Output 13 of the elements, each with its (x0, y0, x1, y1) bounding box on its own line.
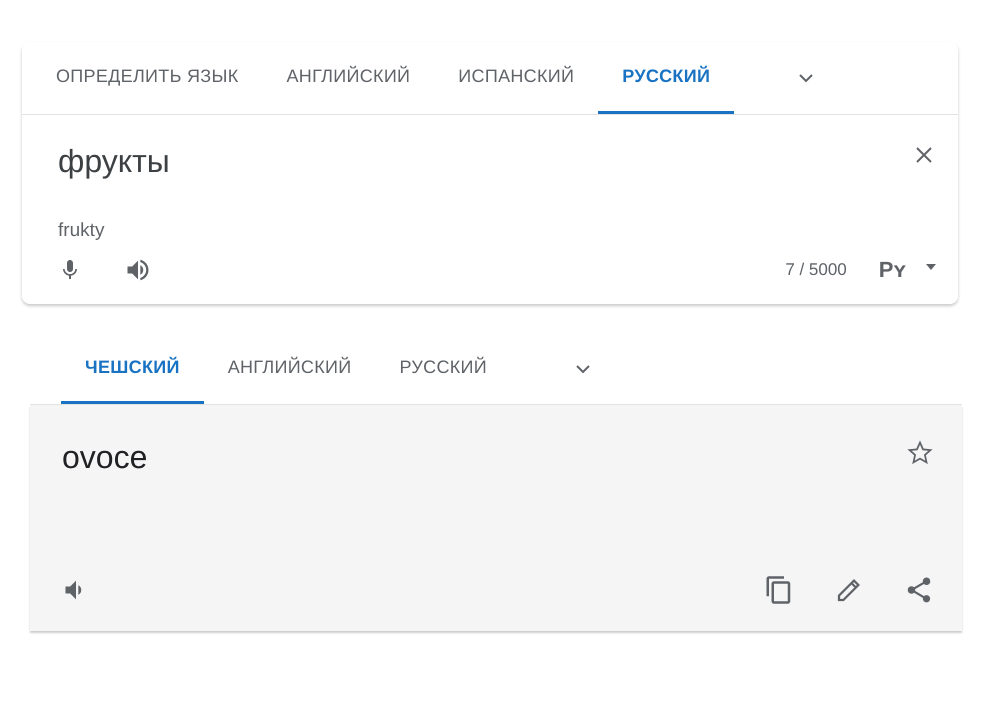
language-tab[interactable]: РУССКИЙ (376, 334, 512, 404)
source-text: фрукты (58, 143, 170, 180)
language-tab[interactable]: РУССКИЙ (598, 42, 734, 114)
transliteration: frukty (58, 220, 106, 242)
caret-icon[interactable] (926, 264, 936, 270)
character-count: 7 / 5000 (785, 260, 847, 280)
translation-text: ovoce (62, 439, 148, 476)
star-icon[interactable] (906, 439, 934, 467)
language-tab[interactable]: ОПРЕДЕЛИТЬ ЯЗЫК (32, 42, 262, 114)
language-tab[interactable]: АНГЛИЙСКИЙ (262, 42, 434, 114)
language-tab[interactable]: АНГЛИЙСКИЙ (204, 334, 376, 404)
input-tools-button[interactable]: Pʏ (878, 257, 906, 283)
language-tab[interactable]: ИСПАНСКИЙ (434, 42, 598, 114)
